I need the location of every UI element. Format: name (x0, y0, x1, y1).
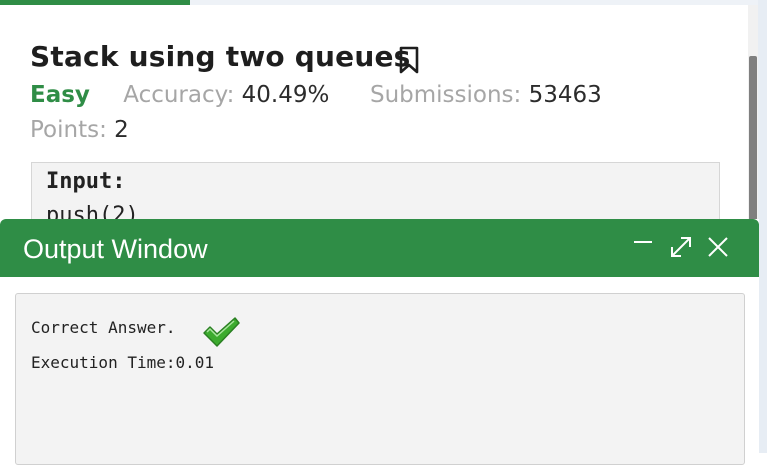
example-input-label: Input: (46, 169, 126, 194)
accuracy-label: Accuracy: (123, 82, 235, 108)
bookmark-icon[interactable] (398, 46, 420, 74)
output-window-header: Output Window (0, 219, 759, 277)
checkmark-icon (203, 317, 240, 347)
page-edge (758, 0, 767, 453)
output-window: Output Window Correct Answer. Execution … (0, 219, 759, 465)
problem-meta: Easy Accuracy: 40.49% Submissions: 53463 (30, 82, 602, 108)
execution-time: Execution Time:0.01 (31, 353, 215, 372)
accuracy-value: 40.49% (241, 82, 330, 108)
difficulty-badge: Easy (30, 82, 90, 108)
points-line: Points: 2 (30, 117, 129, 143)
scrollbar-thumb[interactable] (749, 56, 757, 246)
output-console: Correct Answer. Execution Time:0.01 (15, 293, 745, 465)
submissions-label: Submissions: (369, 82, 522, 108)
close-icon[interactable] (703, 231, 733, 261)
output-window-title: Output Window (23, 234, 208, 264)
points-value: 2 (114, 117, 129, 143)
minimize-icon[interactable] (628, 231, 658, 261)
expand-icon[interactable] (666, 231, 696, 261)
result-text: Correct Answer. (31, 318, 176, 337)
submissions-value: 53463 (528, 82, 602, 108)
points-label: Points: (30, 117, 107, 143)
problem-title: Stack using two queues (30, 40, 411, 73)
top-progress-indicator (0, 0, 190, 5)
